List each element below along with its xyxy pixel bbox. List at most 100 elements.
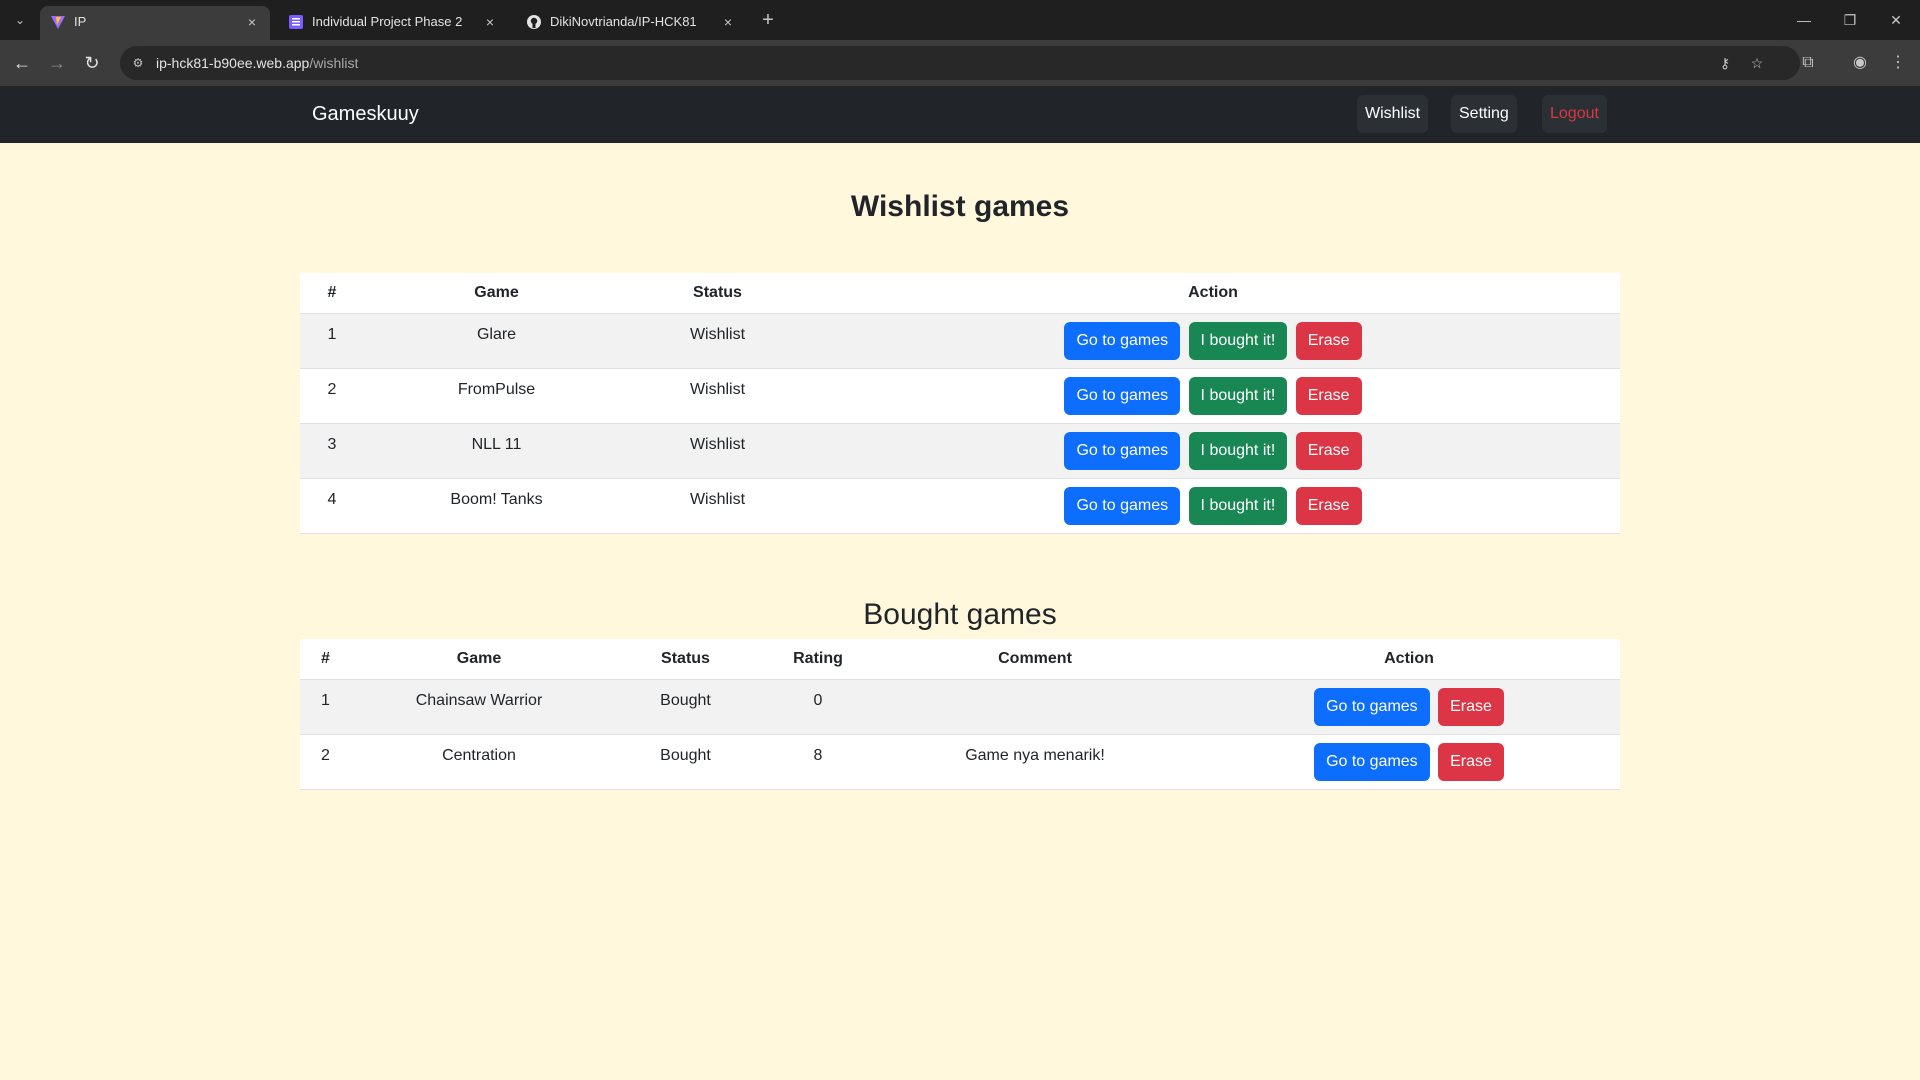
row-actions: Go to games I bought it! Erase — [806, 478, 1620, 534]
list-favicon-icon — [288, 14, 304, 30]
go-to-games-button[interactable]: Go to games — [1064, 321, 1181, 360]
table-row: 3 NLL 11 Wishlist Go to games I bought i… — [300, 423, 1620, 479]
bought-button[interactable]: I bought it! — [1188, 321, 1288, 360]
table-header-row: # Game Status Action — [300, 273, 1620, 314]
table-row: 2 FromPulse Wishlist Go to games I bough… — [300, 368, 1620, 424]
col-header-rating: Rating — [764, 639, 872, 680]
row-number: 2 — [300, 734, 351, 790]
tab-title: Individual Project Phase 2 — [312, 14, 463, 29]
bought-table: # Game Status Rating Comment Action 1 Ch… — [300, 639, 1620, 790]
back-icon[interactable]: ← — [10, 51, 34, 75]
wishlist-table: # Game Status Action 1 Glare Wishlist Go… — [300, 273, 1620, 534]
tab-individual-project[interactable]: Individual Project Phase 2 × — [278, 6, 508, 40]
table-row: 4 Boom! Tanks Wishlist Go to games I bou… — [300, 478, 1620, 534]
erase-button[interactable]: Erase — [1438, 687, 1504, 726]
url-text: ip-hck81-b90ee.web.app/wishlist — [156, 55, 359, 71]
col-header-action: Action — [1198, 639, 1620, 680]
game-status: Wishlist — [629, 313, 806, 369]
row-actions: Go to games Erase — [1198, 734, 1620, 790]
col-header-status: Status — [629, 273, 806, 314]
go-to-games-button[interactable]: Go to games — [1314, 687, 1430, 726]
profile-icon[interactable]: ◉ — [1848, 51, 1872, 75]
brand-logo[interactable]: Gameskuuy — [312, 101, 419, 127]
go-to-games-button[interactable]: Go to games — [1064, 486, 1181, 525]
go-to-games-button[interactable]: Go to games — [1064, 431, 1181, 470]
row-number: 1 — [300, 679, 351, 735]
close-icon[interactable]: × — [482, 14, 498, 30]
browser-toolbar: ← → ↻ ⚙ ip-hck81-b90ee.web.app/wishlist … — [0, 40, 1920, 86]
game-comment — [872, 679, 1198, 735]
wishlist-title: Wishlist games — [850, 190, 1070, 223]
tab-search-icon[interactable]: ⌄ — [10, 10, 30, 30]
col-header-comment: Comment — [872, 639, 1198, 680]
col-header-game: Game — [351, 639, 607, 680]
go-to-games-button[interactable]: Go to games — [1064, 376, 1181, 415]
nav-setting-button[interactable]: Setting — [1451, 95, 1517, 133]
close-icon[interactable]: × — [720, 14, 736, 30]
game-status: Bought — [607, 734, 764, 790]
minimize-icon[interactable]: — — [1792, 8, 1816, 32]
table-header-row: # Game Status Rating Comment Action — [300, 639, 1620, 680]
site-info-icon[interactable]: ⚙ — [130, 55, 146, 71]
game-rating: 8 — [764, 734, 872, 790]
bookmark-star-icon[interactable]: ☆ — [1748, 55, 1766, 71]
game-status: Wishlist — [629, 423, 806, 479]
erase-button[interactable]: Erase — [1295, 486, 1362, 525]
game-name: NLL 11 — [364, 423, 629, 479]
row-actions: Go to games I bought it! Erase — [806, 368, 1620, 424]
new-tab-icon[interactable]: + — [756, 8, 780, 32]
forward-icon[interactable]: → — [45, 51, 69, 75]
game-name: FromPulse — [364, 368, 629, 424]
row-number: 2 — [300, 368, 364, 424]
table-row: 1 Glare Wishlist Go to games I bought it… — [300, 313, 1620, 369]
erase-button[interactable]: Erase — [1295, 376, 1362, 415]
erase-button[interactable]: Erase — [1295, 431, 1362, 470]
bought-button[interactable]: I bought it! — [1188, 486, 1288, 525]
extensions-icon[interactable]: ⧉ — [1796, 51, 1820, 75]
github-favicon-icon — [526, 14, 542, 30]
row-actions: Go to games Erase — [1198, 679, 1620, 735]
col-header-action: Action — [806, 273, 1620, 314]
row-actions: Go to games I bought it! Erase — [806, 313, 1620, 369]
game-name: Boom! Tanks — [364, 478, 629, 534]
browser-tab-bar: ⌄ IP × Individual Project Phase 2 × Diki… — [0, 0, 1920, 40]
address-bar[interactable]: ⚙ ip-hck81-b90ee.web.app/wishlist ⚷ ☆ — [120, 46, 1800, 80]
game-status: Bought — [607, 679, 764, 735]
bought-button[interactable]: I bought it! — [1188, 376, 1288, 415]
reload-icon[interactable]: ↻ — [80, 51, 104, 75]
game-name: Chainsaw Warrior — [351, 679, 607, 735]
nav-logout-button[interactable]: Logout — [1542, 95, 1607, 133]
restore-icon[interactable]: ❐ — [1838, 8, 1862, 32]
bought-button[interactable]: I bought it! — [1188, 431, 1288, 470]
game-rating: 0 — [764, 679, 872, 735]
close-icon[interactable]: × — [244, 14, 260, 30]
nav-wishlist-button[interactable]: Wishlist — [1357, 95, 1429, 133]
go-to-games-button[interactable]: Go to games — [1314, 742, 1430, 781]
game-status: Wishlist — [629, 368, 806, 424]
password-key-icon[interactable]: ⚷ — [1716, 55, 1734, 71]
game-name: Glare — [364, 313, 629, 369]
tab-ip[interactable]: IP × — [40, 6, 270, 40]
row-number: 3 — [300, 423, 364, 479]
tab-title: IP — [74, 14, 87, 29]
app-navbar: Gameskuuy Wishlist Setting Logout — [0, 86, 1920, 143]
game-status: Wishlist — [629, 478, 806, 534]
row-actions: Go to games I bought it! Erase — [806, 423, 1620, 479]
erase-button[interactable]: Erase — [1295, 321, 1362, 360]
row-number: 1 — [300, 313, 364, 369]
erase-button[interactable]: Erase — [1438, 742, 1504, 781]
game-name: Centration — [351, 734, 607, 790]
tab-github[interactable]: DikiNovtrianda/IP-HCK81 × — [516, 6, 746, 40]
menu-kebab-icon[interactable]: ⋮ — [1886, 51, 1910, 75]
tab-title: DikiNovtrianda/IP-HCK81 — [550, 14, 697, 29]
table-row: 1 Chainsaw Warrior Bought 0 Go to games … — [300, 679, 1620, 735]
vite-favicon-icon — [50, 14, 66, 30]
game-comment: Game nya menarik! — [872, 734, 1198, 790]
col-header-number: # — [300, 639, 351, 680]
row-number: 4 — [300, 478, 364, 534]
window-close-icon[interactable]: ✕ — [1884, 8, 1908, 32]
col-header-status: Status — [607, 639, 764, 680]
col-header-game: Game — [364, 273, 629, 314]
table-row: 2 Centration Bought 8 Game nya menarik! … — [300, 734, 1620, 790]
col-header-number: # — [300, 273, 364, 314]
